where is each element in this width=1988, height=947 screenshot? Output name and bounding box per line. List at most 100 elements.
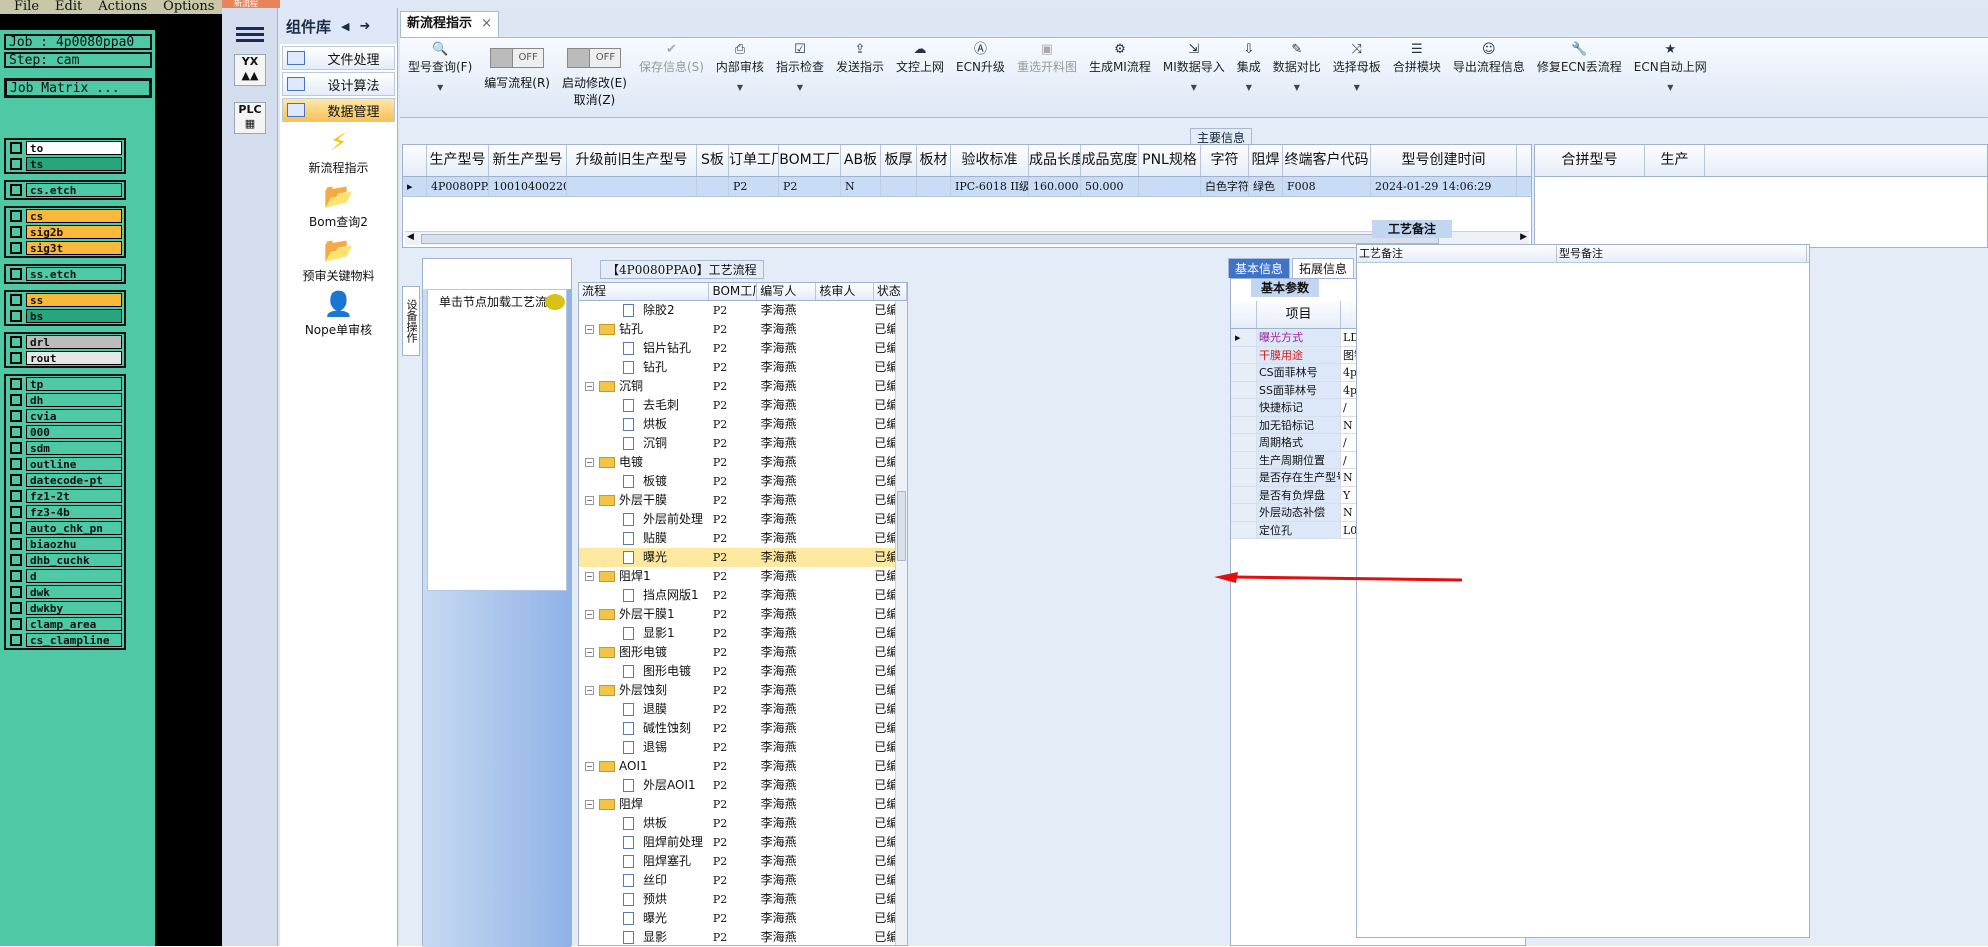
column-header[interactable]: BOM工厂 (779, 145, 841, 176)
column-header[interactable]: 板厚 (881, 145, 917, 176)
tree-row[interactable]: 图形电镀 P2 李海燕 已编写 (579, 662, 907, 681)
toolbar-button[interactable]: ☰ 合拼模块 (1387, 38, 1447, 117)
tree-node[interactable]: − 外层干膜 (579, 491, 710, 510)
column-header[interactable]: 流程 (579, 283, 710, 300)
layer-row[interactable]: dh (6, 392, 124, 408)
layer-name[interactable]: auto_chk_pn (26, 521, 122, 535)
column-header[interactable]: 型号备注 (1557, 245, 1807, 262)
layer-checkbox[interactable] (10, 618, 22, 630)
tree-row[interactable]: − 电镀 P2 李海燕 已编写 (579, 453, 907, 472)
tree-node[interactable]: 图形电镀 (579, 662, 710, 681)
table-cell[interactable] (697, 177, 729, 196)
column-header[interactable]: 型号创建时间 (1371, 145, 1517, 176)
layer-checkbox[interactable] (10, 586, 22, 598)
tree-row[interactable]: 阻焊塞孔 P2 李海燕 已编写 (579, 852, 907, 871)
component-item[interactable]: 文件处理 (282, 46, 395, 70)
layer-name[interactable]: dwkby (26, 601, 122, 615)
tree-row[interactable]: 曝光 P2 李海燕 已编写 (579, 909, 907, 928)
tree-row[interactable]: − 图形电镀 P2 李海燕 已编写 (579, 643, 907, 662)
big-item[interactable]: 📂 预审关键物料 (280, 236, 397, 284)
toolbar-button[interactable]: 🔍 型号查询(F) ▼ (402, 38, 478, 117)
layer-checkbox[interactable] (10, 142, 22, 154)
tree-row[interactable]: − AOI1 P2 李海燕 已编写 (579, 757, 907, 776)
tree-node[interactable]: 阻焊塞孔 (579, 852, 710, 871)
tree-node[interactable]: − 电镀 (579, 453, 710, 472)
scroll-left-icon[interactable]: ◀ (407, 232, 414, 242)
layer-name[interactable]: fz3-4b (26, 505, 122, 519)
table-cell[interactable] (881, 177, 917, 196)
table-cell[interactable]: 50.000 (1081, 177, 1139, 196)
tree-node[interactable]: 挡点网版1 (579, 586, 710, 605)
layer-name[interactable]: ss.etch (26, 267, 122, 281)
tree-node[interactable]: 曝光 (579, 548, 710, 567)
toolbar-button[interactable]: ⎙ 内部审核 ▼ (710, 38, 770, 117)
expand-toggle-icon[interactable]: − (585, 496, 594, 505)
layer-row[interactable]: rout (6, 350, 124, 366)
layer-checkbox[interactable] (10, 352, 22, 364)
table-cell[interactable] (917, 177, 951, 196)
node-list-box[interactable] (427, 289, 567, 591)
column-header[interactable]: 成品宽度 (1081, 145, 1139, 176)
table-cell[interactable]: 绿色 (1249, 177, 1283, 196)
layer-row[interactable]: ss.etch (6, 266, 124, 282)
tree-row[interactable]: − 钻孔 P2 李海燕 已编写 (579, 320, 907, 339)
column-header[interactable]: PNL规格 (1139, 145, 1201, 176)
table-cell[interactable]: P2 (779, 177, 841, 196)
table-row[interactable]: ▸4P0080PPA010010400220351P2P2NIPC-6018 I… (403, 177, 1531, 197)
table-cell[interactable]: 160.000 (1029, 177, 1081, 196)
tree-node[interactable]: 沉铜 (579, 434, 710, 453)
layer-row[interactable]: bs (6, 308, 124, 324)
chevron-down-icon[interactable]: ▼ (1667, 83, 1673, 92)
toolbar-button[interactable]: 🔧 修复ECN丢流程 (1531, 38, 1628, 117)
layer-checkbox[interactable] (10, 336, 22, 348)
toolbar-button[interactable]: ⇪ 发送指示 (830, 38, 890, 117)
tree-node[interactable]: − AOI1 (579, 757, 710, 776)
node-hint[interactable]: 单击节点加载工艺流程 (431, 291, 567, 313)
expand-toggle-icon[interactable]: − (585, 800, 594, 809)
tree-row[interactable]: 退膜 P2 李海燕 已编写 (579, 700, 907, 719)
layer-name[interactable]: outline (26, 457, 122, 471)
table-cell[interactable] (567, 177, 697, 196)
layer-name[interactable]: sig2b (26, 225, 122, 239)
rail-yx-icon[interactable]: YX ▲▲ (234, 54, 266, 86)
toolbar-button[interactable]: ⇩ 集成 ▼ (1231, 38, 1267, 117)
tree-row[interactable]: 沉铜 P2 李海燕 已编写 (579, 434, 907, 453)
layer-row[interactable]: sig2b (6, 224, 124, 240)
component-item[interactable]: 数据管理 (282, 98, 395, 122)
layer-row[interactable]: dwk (6, 584, 124, 600)
tree-row[interactable]: 外层前处理 P2 李海燕 已编写 (579, 510, 907, 529)
tree-node[interactable]: 贴膜 (579, 529, 710, 548)
layer-row[interactable]: 000 (6, 424, 124, 440)
detail-tab[interactable]: 基本信息 (1228, 258, 1291, 278)
tree-row[interactable]: 曝光 P2 李海燕 已编写 (579, 548, 907, 567)
column-header[interactable]: 升级前旧生产型号 (567, 145, 697, 176)
column-header[interactable]: 验收标准 (951, 145, 1029, 176)
expand-toggle-icon[interactable]: − (585, 572, 594, 581)
table-cell[interactable]: P2 (729, 177, 779, 196)
column-header[interactable]: 工艺备注 (1357, 245, 1557, 262)
big-item[interactable]: 👤 Nope单审核 (280, 290, 397, 338)
layer-row[interactable]: ss (6, 292, 124, 308)
layer-name[interactable]: dwk (26, 585, 122, 599)
layer-name[interactable]: ss (26, 293, 122, 307)
scroll-thumb[interactable] (421, 234, 1439, 244)
layer-name[interactable]: d (26, 569, 122, 583)
layer-checkbox[interactable] (10, 310, 22, 322)
toolbar-button[interactable]: ⤨ 选择母板 ▼ (1327, 38, 1387, 117)
tree-node[interactable]: 碱性蚀刻 (579, 719, 710, 738)
layer-checkbox[interactable] (10, 226, 22, 238)
layer-name[interactable]: cvia (26, 409, 122, 423)
layer-checkbox[interactable] (10, 410, 22, 422)
tree-node[interactable]: 去毛刺 (579, 396, 710, 415)
chevron-down-icon[interactable]: ▼ (1191, 83, 1197, 92)
column-header[interactable]: 生产 (1645, 145, 1705, 176)
layer-checkbox[interactable] (10, 474, 22, 486)
layer-name[interactable]: cs (26, 209, 122, 223)
layer-name[interactable]: 000 (26, 425, 122, 439)
layer-row[interactable]: cs.etch (6, 182, 124, 198)
layer-name[interactable]: sig3t (26, 241, 122, 255)
layer-row[interactable]: d (6, 568, 124, 584)
collapse-left-icon[interactable]: ◀ (341, 20, 349, 33)
layer-checkbox[interactable] (10, 378, 22, 390)
layer-name[interactable]: drl (26, 335, 122, 349)
